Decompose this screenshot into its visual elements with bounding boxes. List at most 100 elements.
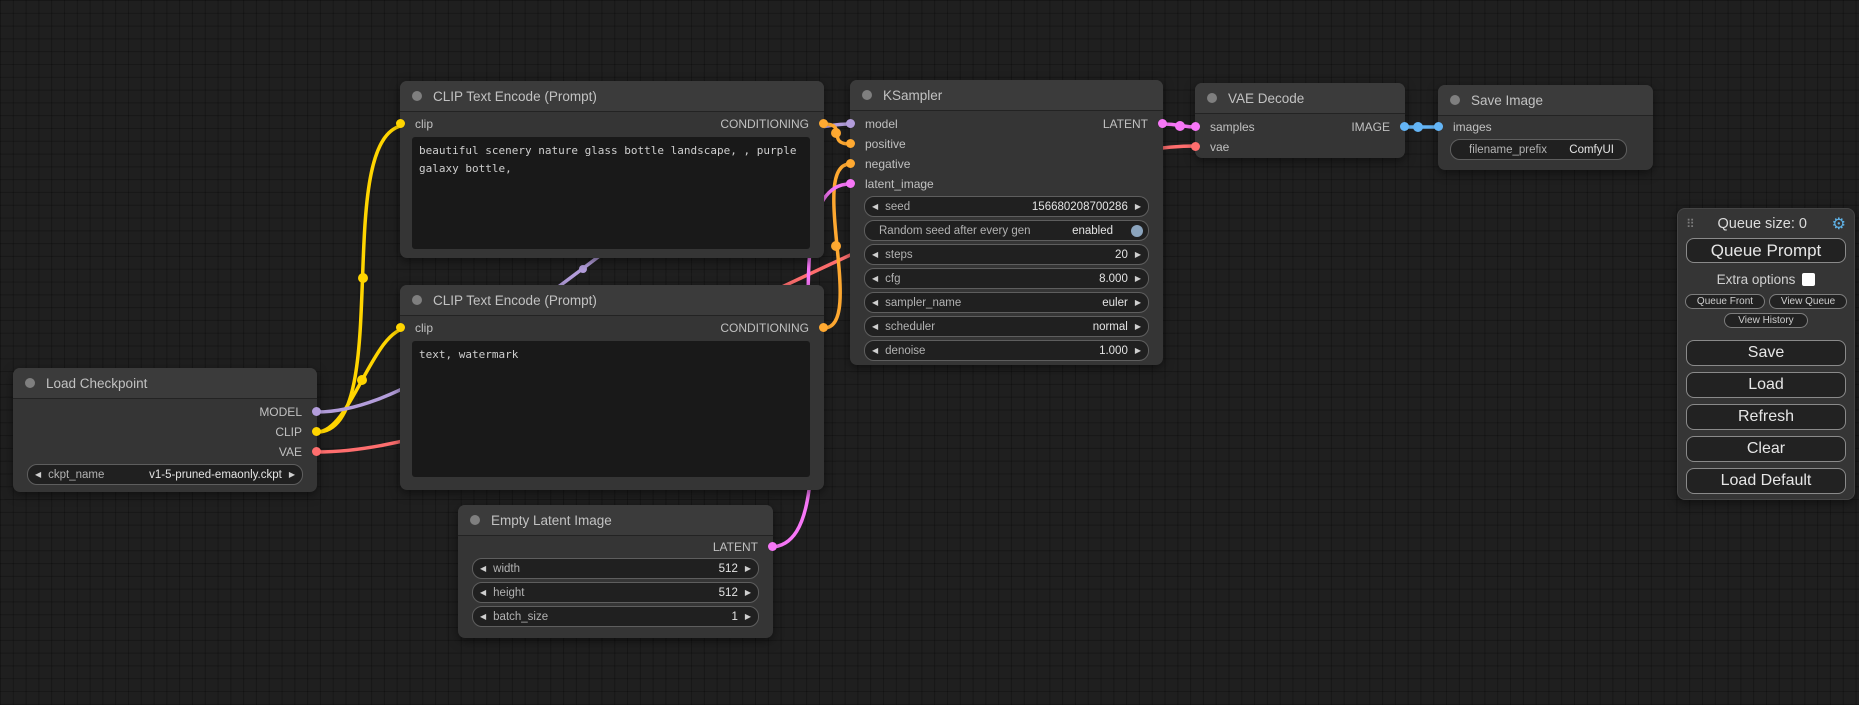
- decrement-arrow-icon[interactable]: ◀: [473, 583, 493, 602]
- save-button[interactable]: Save: [1686, 340, 1846, 366]
- decrement-arrow-icon[interactable]: ◀: [865, 293, 885, 312]
- output-slot-model[interactable]: MODEL: [13, 402, 317, 422]
- queue-prompt-button[interactable]: Queue Prompt: [1686, 238, 1846, 263]
- collapse-dot-icon[interactable]: [1207, 93, 1217, 103]
- image-slot-dot[interactable]: [1400, 122, 1409, 131]
- conditioning-slot-dot[interactable]: [846, 159, 855, 168]
- toggle-dot-icon[interactable]: [1131, 225, 1143, 237]
- prompt-textarea[interactable]: text, watermark: [412, 341, 810, 477]
- increment-arrow-icon[interactable]: ▶: [1128, 293, 1148, 312]
- prompt-textarea[interactable]: beautiful scenery nature glass bottle la…: [412, 137, 810, 249]
- decrement-arrow-icon[interactable]: ◀: [28, 465, 48, 484]
- clip-slot-dot[interactable]: [312, 427, 321, 436]
- image-slot-dot[interactable]: [1434, 122, 1443, 131]
- output-slot-conditioning[interactable]: CONDITIONING: [400, 114, 824, 134]
- collapse-dot-icon[interactable]: [25, 378, 35, 388]
- link-dot[interactable]: [358, 273, 368, 283]
- node-title-bar[interactable]: VAE Decode: [1195, 83, 1405, 114]
- increment-arrow-icon[interactable]: ▶: [1128, 341, 1148, 360]
- collapse-dot-icon[interactable]: [412, 295, 422, 305]
- refresh-button[interactable]: Refresh: [1686, 404, 1846, 430]
- seed-widget[interactable]: ◀ seed 156680208700286 ▶: [864, 196, 1149, 217]
- conditioning-slot-dot[interactable]: [819, 323, 828, 332]
- input-slot-latent-image[interactable]: latent_image: [850, 174, 1163, 194]
- decrement-arrow-icon[interactable]: ◀: [865, 341, 885, 360]
- increment-arrow-icon[interactable]: ▶: [1128, 197, 1148, 216]
- load-default-button[interactable]: Load Default: [1686, 468, 1846, 494]
- node-clip-text-encode-negative[interactable]: CLIP Text Encode (Prompt) clip CONDITION…: [400, 285, 824, 490]
- comfyui-canvas[interactable]: { "colors": { "model": "#b39ddb", "clip"…: [0, 0, 1859, 705]
- width-widget[interactable]: ◀ width 512 ▶: [472, 558, 759, 579]
- extra-options-checkbox[interactable]: [1802, 273, 1815, 286]
- batch-size-widget[interactable]: ◀ batch_size 1 ▶: [472, 606, 759, 627]
- clear-button[interactable]: Clear: [1686, 436, 1846, 462]
- increment-arrow-icon[interactable]: ▶: [1128, 269, 1148, 288]
- output-slot-conditioning[interactable]: CONDITIONING: [400, 318, 824, 338]
- link-dot[interactable]: [1175, 121, 1185, 131]
- scheduler-widget[interactable]: ◀ scheduler normal ▶: [864, 316, 1149, 337]
- input-slot-vae[interactable]: vae: [1195, 137, 1405, 157]
- increment-arrow-icon[interactable]: ▶: [738, 559, 758, 578]
- view-history-button[interactable]: View History: [1724, 313, 1808, 328]
- sampler-name-widget[interactable]: ◀ sampler_name euler ▶: [864, 292, 1149, 313]
- collapse-dot-icon[interactable]: [862, 90, 872, 100]
- input-slot-positive[interactable]: positive: [850, 134, 1163, 154]
- decrement-arrow-icon[interactable]: ◀: [865, 269, 885, 288]
- drag-handle-icon[interactable]: ⠿: [1686, 217, 1693, 231]
- node-save-image[interactable]: Save Image images filename_prefix ComfyU…: [1438, 85, 1653, 170]
- node-title-bar[interactable]: Empty Latent Image: [458, 505, 773, 536]
- decrement-arrow-icon[interactable]: ◀: [473, 607, 493, 626]
- link-dot[interactable]: [357, 375, 367, 385]
- height-widget[interactable]: ◀ height 512 ▶: [472, 582, 759, 603]
- conditioning-slot-dot[interactable]: [846, 139, 855, 148]
- increment-arrow-icon[interactable]: ▶: [1128, 245, 1148, 264]
- output-slot-latent[interactable]: LATENT: [850, 114, 1163, 134]
- node-title-bar[interactable]: Save Image: [1438, 85, 1653, 116]
- output-slot-image[interactable]: IMAGE: [1195, 117, 1405, 137]
- decrement-arrow-icon[interactable]: ◀: [865, 197, 885, 216]
- output-slot-clip[interactable]: CLIP: [13, 422, 317, 442]
- node-empty-latent-image[interactable]: Empty Latent Image LATENT ◀ width 512 ▶ …: [458, 505, 773, 638]
- link-dot[interactable]: [1413, 122, 1423, 132]
- latent-slot-dot[interactable]: [768, 542, 777, 551]
- input-slot-images[interactable]: images: [1438, 117, 1653, 137]
- increment-arrow-icon[interactable]: ▶: [738, 607, 758, 626]
- collapse-dot-icon[interactable]: [470, 515, 480, 525]
- steps-widget[interactable]: ◀ steps 20 ▶: [864, 244, 1149, 265]
- node-ksampler[interactable]: KSampler model LATENT positive negative …: [850, 80, 1163, 365]
- output-slot-vae[interactable]: VAE: [13, 442, 317, 462]
- settings-gear-icon[interactable]: ⚙: [1832, 214, 1846, 234]
- vae-slot-dot[interactable]: [1191, 142, 1200, 151]
- decrement-arrow-icon[interactable]: ◀: [865, 245, 885, 264]
- model-slot-dot[interactable]: [312, 407, 321, 416]
- collapse-dot-icon[interactable]: [1450, 95, 1460, 105]
- collapse-dot-icon[interactable]: [412, 91, 422, 101]
- node-title-bar[interactable]: CLIP Text Encode (Prompt): [400, 81, 824, 112]
- load-button[interactable]: Load: [1686, 372, 1846, 398]
- input-slot-negative[interactable]: negative: [850, 154, 1163, 174]
- node-title-bar[interactable]: Load Checkpoint: [13, 368, 317, 399]
- queue-panel[interactable]: ⠿ Queue size: 0 ⚙ Queue Prompt Extra opt…: [1677, 208, 1855, 500]
- increment-arrow-icon[interactable]: ▶: [738, 583, 758, 602]
- node-clip-text-encode-positive[interactable]: CLIP Text Encode (Prompt) clip CONDITION…: [400, 81, 824, 258]
- denoise-widget[interactable]: ◀ denoise 1.000 ▶: [864, 340, 1149, 361]
- link-dot[interactable]: [831, 241, 841, 251]
- link-dot[interactable]: [579, 265, 587, 273]
- decrement-arrow-icon[interactable]: ◀: [473, 559, 493, 578]
- node-vae-decode[interactable]: VAE Decode samples IMAGE vae: [1195, 83, 1405, 158]
- node-load-checkpoint[interactable]: Load Checkpoint MODEL CLIP VAE ◀ ckpt_na…: [13, 368, 317, 492]
- ckpt-name-widget[interactable]: ◀ ckpt_name v1-5-pruned-emaonly.ckpt ▶: [27, 464, 303, 485]
- view-queue-button[interactable]: View Queue: [1769, 294, 1847, 309]
- latent-slot-dot[interactable]: [1158, 119, 1167, 128]
- increment-arrow-icon[interactable]: ▶: [282, 465, 302, 484]
- random-seed-toggle-widget[interactable]: Random seed after every gen enabled: [864, 220, 1149, 241]
- node-title-bar[interactable]: KSampler: [850, 80, 1163, 111]
- queue-front-button[interactable]: Queue Front: [1685, 294, 1765, 309]
- output-slot-latent[interactable]: LATENT: [458, 537, 773, 557]
- link-dot[interactable]: [831, 128, 841, 138]
- cfg-widget[interactable]: ◀ cfg 8.000 ▶: [864, 268, 1149, 289]
- filename-prefix-widget[interactable]: filename_prefix ComfyUI: [1450, 139, 1627, 160]
- latent-slot-dot[interactable]: [846, 179, 855, 188]
- decrement-arrow-icon[interactable]: ◀: [865, 317, 885, 336]
- vae-slot-dot[interactable]: [312, 447, 321, 456]
